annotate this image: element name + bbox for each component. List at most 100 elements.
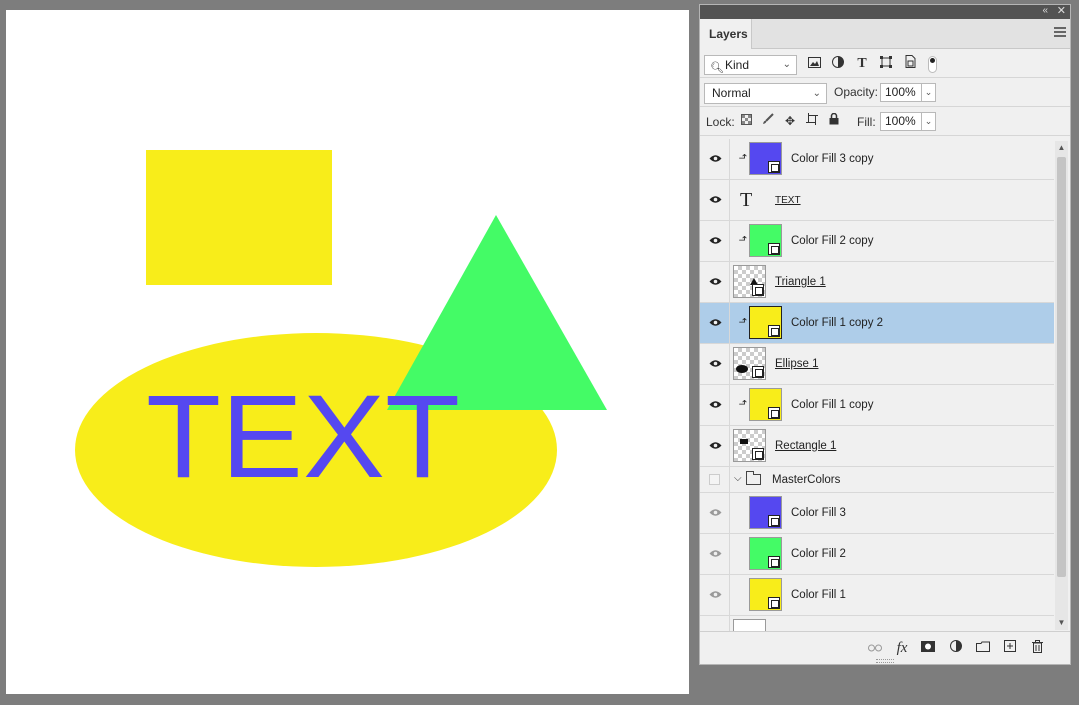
visibility-toggle[interactable] bbox=[700, 262, 730, 302]
artwork: TEXT bbox=[75, 150, 607, 567]
collapse-panels-icon[interactable]: « bbox=[1042, 5, 1048, 16]
visibility-toggle[interactable] bbox=[700, 616, 730, 632]
layer-row[interactable]: Color Fill 1 bbox=[700, 575, 1054, 616]
fill-dropdown[interactable]: ⌄ bbox=[921, 112, 936, 131]
visibility-toggle[interactable] bbox=[700, 303, 730, 343]
layer-name[interactable]: Color Fill 3 bbox=[791, 493, 846, 533]
layer-name[interactable]: Color Fill 1 copy 2 bbox=[791, 303, 883, 343]
layer-name[interactable]: Color Fill 1 bbox=[791, 575, 846, 615]
shape-filter-icon[interactable] bbox=[877, 55, 895, 73]
opacity-input[interactable]: 100% bbox=[880, 83, 922, 102]
eye-icon bbox=[709, 195, 722, 204]
vector-mask-badge-icon bbox=[752, 448, 764, 460]
layer-name-text: TEXT bbox=[775, 194, 801, 206]
layer-row[interactable]: Rectangle 1 bbox=[700, 426, 1054, 467]
layer-name[interactable]: Color Fill 3 copy bbox=[791, 139, 873, 179]
visibility-toggle[interactable] bbox=[700, 139, 730, 179]
layer-row[interactable]: Ellipse 1 bbox=[700, 344, 1054, 385]
layer-name-text: MasterColors bbox=[772, 473, 841, 486]
layer-row[interactable]: ↲ Color Fill 1 copy bbox=[700, 385, 1054, 426]
layer-name[interactable]: TEXT bbox=[775, 180, 801, 220]
scroll-thumb[interactable] bbox=[1057, 157, 1066, 577]
visibility-toggle[interactable] bbox=[700, 575, 730, 615]
layer-row[interactable]: Triangle 1 bbox=[700, 262, 1054, 303]
document-canvas[interactable]: TEXT bbox=[6, 10, 689, 694]
lock-transparency-icon[interactable] bbox=[738, 113, 754, 129]
smart-object-badge-icon bbox=[768, 597, 780, 609]
eye-icon bbox=[709, 277, 722, 286]
visibility-toggle[interactable] bbox=[700, 426, 730, 466]
new-layer-icon[interactable] bbox=[1002, 640, 1018, 656]
layer-name[interactable]: MasterColors bbox=[772, 467, 840, 492]
fill-label: Fill: bbox=[857, 115, 876, 129]
fill-thumbnail bbox=[749, 306, 782, 339]
panel-tabbar: Layers bbox=[700, 19, 1070, 49]
type-filter-icon[interactable]: T bbox=[853, 55, 871, 73]
lock-all-icon[interactable] bbox=[826, 112, 842, 129]
filter-toggle[interactable] bbox=[928, 56, 937, 73]
opacity-label: Opacity: bbox=[834, 85, 879, 99]
layer-row[interactable] bbox=[700, 616, 1054, 632]
kind-filter-select[interactable]: 🔍︎ Kind ⌄ bbox=[704, 55, 797, 75]
visibility-toggle[interactable] bbox=[700, 180, 730, 220]
layer-name[interactable]: Triangle 1 bbox=[775, 262, 826, 302]
lock-row: Lock: ✥ Fill: 100% ⌄ bbox=[700, 107, 1070, 136]
visibility-toggle[interactable] bbox=[700, 385, 730, 425]
eye-icon bbox=[709, 359, 722, 368]
eye-icon bbox=[709, 236, 722, 245]
lock-artboard-icon[interactable] bbox=[804, 113, 820, 129]
layer-name[interactable]: Color Fill 2 bbox=[791, 534, 846, 574]
blend-mode-select[interactable]: Normal ⌄ bbox=[704, 83, 827, 104]
scroll-down-icon[interactable]: ▼ bbox=[1055, 616, 1068, 630]
lock-position-icon[interactable]: ✥ bbox=[782, 113, 798, 129]
panel-header-bar: « ✕ bbox=[700, 5, 1070, 19]
visibility-toggle[interactable] bbox=[700, 467, 730, 492]
add-mask-icon[interactable] bbox=[920, 640, 936, 656]
smart-object-filter-icon[interactable] bbox=[901, 55, 919, 73]
vector-mask-badge-icon bbox=[752, 366, 764, 378]
close-panel-icon[interactable]: ✕ bbox=[1057, 4, 1066, 17]
panel-menu-icon[interactable] bbox=[1054, 27, 1066, 39]
layer-row[interactable]: ↲ Color Fill 3 copy bbox=[700, 139, 1054, 180]
layer-row[interactable]: ↲ Color Fill 1 copy 2 bbox=[700, 303, 1054, 344]
yellow-rectangle bbox=[146, 150, 332, 285]
link-layers-icon[interactable] bbox=[867, 640, 883, 656]
visibility-toggle[interactable] bbox=[700, 221, 730, 261]
group-expand-chevron-icon[interactable]: ⌵ bbox=[734, 473, 742, 484]
layer-name[interactable]: Color Fill 1 copy bbox=[791, 385, 873, 425]
layer-name[interactable]: Ellipse 1 bbox=[775, 344, 818, 384]
layer-name[interactable]: Rectangle 1 bbox=[775, 426, 836, 466]
smart-object-badge-icon bbox=[768, 161, 780, 173]
search-icon: 🔍︎ bbox=[710, 62, 724, 74]
tab-layers[interactable]: Layers bbox=[700, 19, 752, 49]
visibility-toggle[interactable] bbox=[700, 344, 730, 384]
shape-preview-icon bbox=[736, 365, 748, 373]
delete-layer-icon[interactable] bbox=[1029, 640, 1045, 656]
image-filter-icon[interactable] bbox=[805, 55, 823, 73]
fill-input[interactable]: 100% bbox=[880, 112, 922, 131]
layer-name-text: Ellipse 1 bbox=[775, 358, 819, 370]
lock-pixels-icon[interactable] bbox=[760, 113, 776, 129]
blend-row: Normal ⌄ Opacity: 100% ⌄ bbox=[700, 78, 1070, 107]
opacity-dropdown[interactable]: ⌄ bbox=[921, 83, 936, 102]
adjustment-layer-icon[interactable] bbox=[948, 640, 964, 656]
visibility-toggle[interactable] bbox=[700, 534, 730, 574]
visibility-toggle[interactable] bbox=[700, 493, 730, 533]
layer-name-text: Rectangle 1 bbox=[775, 440, 837, 452]
layer-name[interactable]: Color Fill 2 copy bbox=[791, 221, 873, 261]
layers-scrollbar[interactable]: ▲ ▼ bbox=[1055, 141, 1068, 630]
layer-row[interactable]: ↲ Color Fill 2 copy bbox=[700, 221, 1054, 262]
layer-row[interactable]: Color Fill 2 bbox=[700, 534, 1054, 575]
scroll-up-icon[interactable]: ▲ bbox=[1055, 141, 1068, 155]
fx-icon[interactable]: fx bbox=[894, 640, 910, 656]
new-group-icon[interactable] bbox=[975, 640, 991, 656]
eye-icon bbox=[709, 549, 722, 558]
layer-row[interactable]: T TEXT bbox=[700, 180, 1054, 221]
layer-name-text: Color Fill 2 bbox=[791, 548, 846, 560]
layer-row[interactable]: Color Fill 3 bbox=[700, 493, 1054, 534]
type-layer-icon: T bbox=[740, 189, 753, 211]
layers-list[interactable]: ↲ Color Fill 3 copy T TEXT ↲ Color Fill 2 cop… bbox=[700, 139, 1054, 632]
panel-resize-grip[interactable] bbox=[876, 659, 894, 663]
adjustment-filter-icon[interactable] bbox=[829, 55, 847, 73]
layer-group-row[interactable]: ⌵ MasterColors bbox=[700, 467, 1054, 493]
